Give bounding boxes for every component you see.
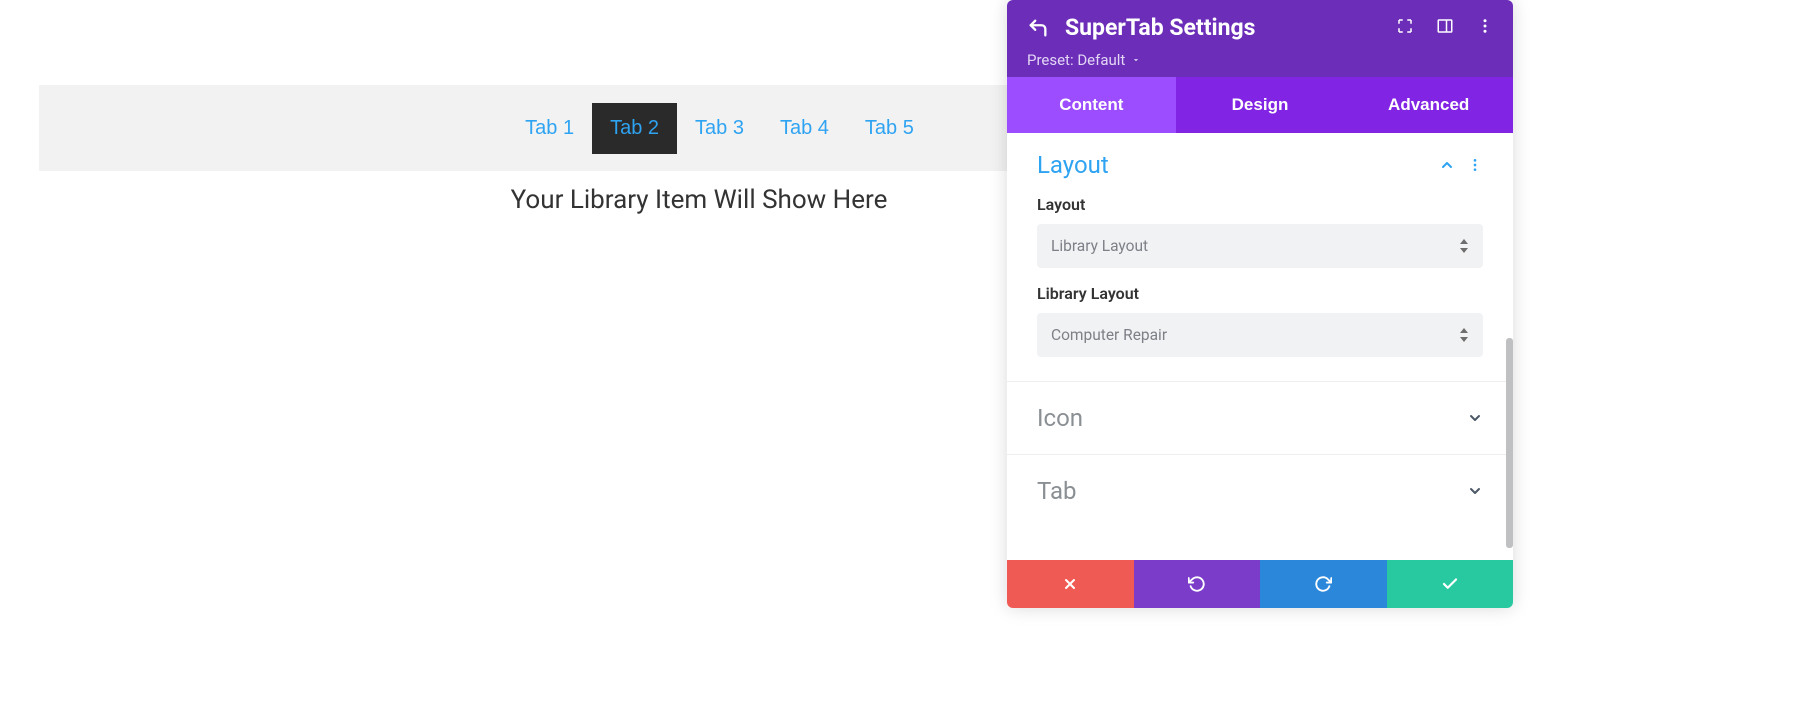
tab-advanced[interactable]: Advanced [1344, 77, 1513, 133]
caret-down-icon [1131, 55, 1141, 65]
library-layout-select[interactable]: Computer Repair [1037, 313, 1483, 357]
panel-footer [1007, 560, 1513, 608]
back-icon[interactable] [1027, 17, 1049, 39]
dock-icon[interactable] [1435, 16, 1455, 36]
section-layout-title: Layout [1037, 151, 1109, 179]
preset-label: Preset: Default [1027, 51, 1125, 69]
expand-icon[interactable] [1395, 16, 1415, 36]
section-tab-title: Tab [1037, 477, 1077, 505]
kebab-icon[interactable] [1475, 16, 1495, 36]
chevron-up-icon [1439, 157, 1455, 173]
select-arrows-icon [1459, 239, 1469, 253]
layout-select[interactable]: Library Layout [1037, 224, 1483, 268]
select-arrows-icon [1459, 328, 1469, 342]
cancel-button[interactable] [1007, 560, 1134, 608]
section-icon: Icon [1007, 382, 1513, 455]
chevron-down-icon [1467, 410, 1483, 426]
undo-button[interactable] [1134, 560, 1261, 608]
preview-tabs: Tab 1 Tab 2 Tab 3 Tab 4 Tab 5 [507, 103, 932, 154]
save-button[interactable] [1387, 560, 1514, 608]
section-kebab-icon[interactable] [1467, 157, 1483, 173]
preset-selector[interactable]: Preset: Default [1027, 51, 1493, 69]
section-icon-title: Icon [1037, 404, 1083, 432]
panel-body: Layout Layout Library Layout Library Lay [1007, 133, 1513, 560]
section-tab: Tab [1007, 455, 1513, 527]
section-layout-header[interactable]: Layout [1037, 151, 1483, 179]
section-icon-header[interactable]: Icon [1037, 404, 1483, 432]
chevron-down-icon [1467, 483, 1483, 499]
panel-tabs: Content Design Advanced [1007, 77, 1513, 133]
panel-header: SuperTab Settings Preset: Default [1007, 0, 1513, 77]
layout-select-value: Library Layout [1051, 237, 1148, 255]
preview-tab-3[interactable]: Tab 3 [677, 103, 762, 154]
settings-panel: SuperTab Settings Preset: Default Conten… [1007, 0, 1513, 608]
library-layout-select-value: Computer Repair [1051, 326, 1167, 344]
library-layout-field-label: Library Layout [1037, 284, 1483, 303]
tab-content[interactable]: Content [1007, 77, 1176, 133]
scrollbar[interactable] [1506, 338, 1513, 548]
redo-button[interactable] [1260, 560, 1387, 608]
preview-tab-2[interactable]: Tab 2 [592, 103, 677, 154]
preview-tab-5[interactable]: Tab 5 [847, 103, 932, 154]
panel-title: SuperTab Settings [1065, 14, 1255, 41]
section-layout: Layout Layout Library Layout Library Lay [1007, 133, 1513, 382]
preview-tab-4[interactable]: Tab 4 [762, 103, 847, 154]
preview-tab-1[interactable]: Tab 1 [507, 103, 592, 154]
layout-field-label: Layout [1037, 195, 1483, 214]
section-tab-header[interactable]: Tab [1037, 477, 1483, 505]
tab-design[interactable]: Design [1176, 77, 1345, 133]
